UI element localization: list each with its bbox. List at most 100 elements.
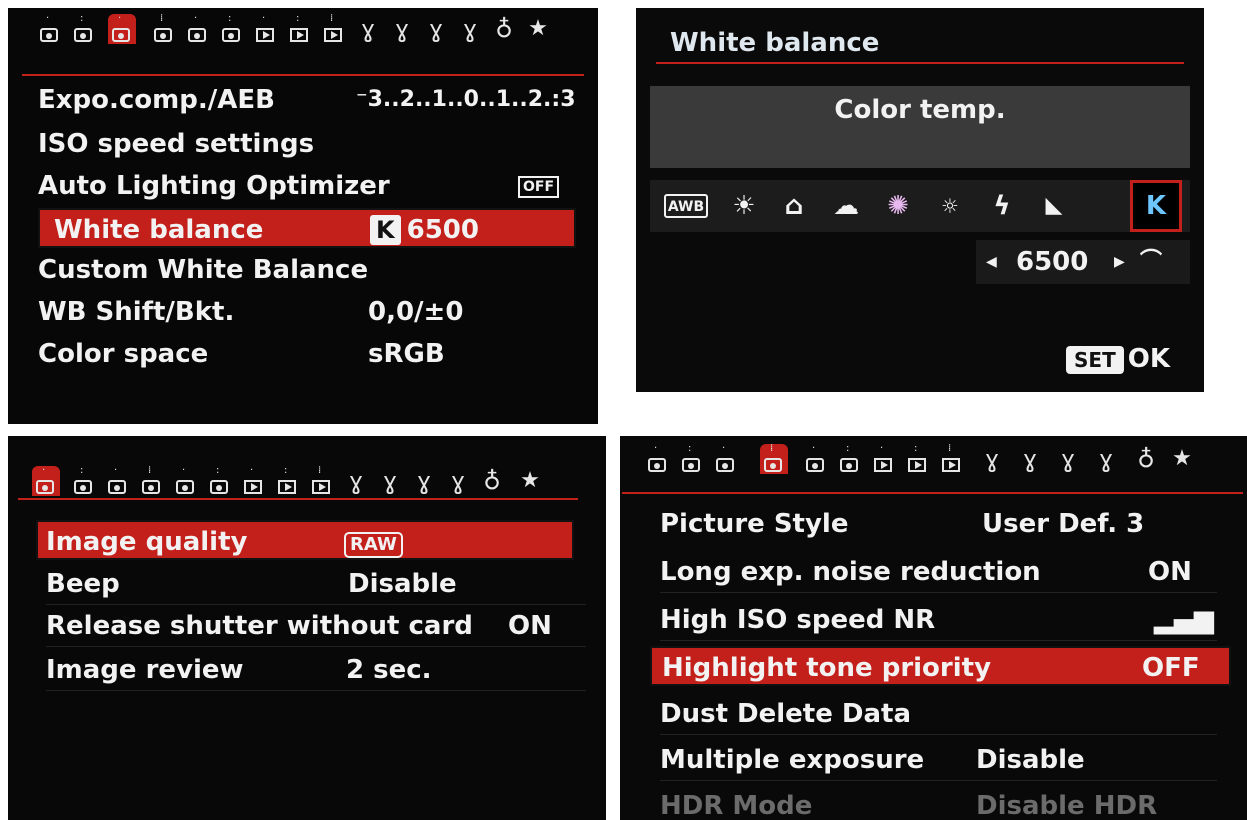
- menu-item-image-quality[interactable]: Image quality RAW: [36, 520, 574, 560]
- setup-tab-2-icon[interactable]: ɣ: [1016, 444, 1044, 474]
- shoot-tab-6-icon[interactable]: :: [836, 444, 864, 474]
- kelvin-k-icon[interactable]: K: [1130, 180, 1182, 232]
- item-value: ON: [508, 611, 552, 641]
- play-tab-2-icon[interactable]: :: [286, 14, 314, 44]
- kelvin-badge-icon: K: [370, 215, 401, 245]
- screen-title: White balance: [670, 28, 880, 58]
- menu-tab-bar: · : · ⁞ · : · : ⁞ ɣ ɣ ɣ ɣ ♁ ★: [8, 466, 606, 514]
- menu-item-multiple-exposure[interactable]: Multiple exposure Disable: [660, 740, 1217, 781]
- item-label: Auto Lighting Optimizer: [38, 171, 390, 201]
- menu-item-expo-comp[interactable]: Expo.comp./AEB ⁻3..2..1..0..1..2.:3: [38, 80, 578, 120]
- item-label: High ISO speed NR: [660, 605, 936, 635]
- tungsten-icon[interactable]: ✺: [878, 186, 918, 226]
- menu-item-dust-delete-data[interactable]: Dust Delete Data: [660, 694, 1217, 735]
- custom-function-tab-icon[interactable]: ♁: [490, 14, 518, 44]
- item-value: OFF: [1142, 653, 1200, 683]
- my-menu-star-icon[interactable]: ★: [524, 14, 552, 44]
- white-balance-screen: White balance Color temp. AWB ☀ ⌂ ☁ ✺ ☼ …: [636, 8, 1204, 392]
- set-ok-hint[interactable]: SET OK: [1066, 344, 1170, 374]
- setup-tab-4-icon[interactable]: ɣ: [444, 466, 472, 496]
- item-value: User Def. 3: [982, 509, 1145, 539]
- item-label: Highlight tone priority: [662, 653, 992, 683]
- left-arrow-icon[interactable]: ◀: [986, 240, 997, 284]
- tab-underline: [18, 498, 578, 500]
- shoot-tab-1-icon[interactable]: ·: [36, 14, 64, 44]
- my-menu-star-icon[interactable]: ★: [1168, 444, 1196, 474]
- play-tab-3-icon[interactable]: ⁞: [320, 14, 348, 44]
- menu-item-picture-style[interactable]: Picture Style User Def. 3: [660, 504, 1217, 544]
- setup-tab-1-icon[interactable]: ɣ: [354, 14, 382, 44]
- play-tab-3-icon[interactable]: ⁞: [938, 444, 966, 474]
- item-label: Long exp. noise reduction: [660, 557, 1041, 587]
- item-label: Beep: [46, 569, 120, 599]
- setup-tab-3-icon[interactable]: ɣ: [422, 14, 450, 44]
- shoot-tab-1-icon[interactable]: ·: [32, 466, 60, 496]
- shoot-tab-3-icon[interactable]: ·: [108, 14, 136, 44]
- menu-item-release-shutter-without-card[interactable]: Release shutter without card ON: [46, 606, 586, 647]
- daylight-icon[interactable]: ☀: [724, 186, 764, 226]
- setup-tab-1-icon[interactable]: ɣ: [978, 444, 1006, 474]
- setup-tab-2-icon[interactable]: ɣ: [388, 14, 416, 44]
- shoot-tab-1-icon[interactable]: ·: [644, 444, 672, 474]
- setup-tab-3-icon[interactable]: ɣ: [1054, 444, 1082, 474]
- shoot-tab-6-icon[interactable]: :: [206, 466, 234, 496]
- menu-item-auto-lighting-optimizer[interactable]: Auto Lighting Optimizer OFF: [38, 166, 578, 206]
- menu-item-white-balance[interactable]: White balance K 6500: [38, 208, 576, 248]
- setup-tab-1-icon[interactable]: ɣ: [342, 466, 370, 496]
- shoot-tab-5-icon[interactable]: ·: [172, 466, 200, 496]
- play-tab-2-icon[interactable]: :: [274, 466, 302, 496]
- custom-function-tab-icon[interactable]: ♁: [1132, 444, 1160, 474]
- menu-item-image-review[interactable]: Image review 2 sec.: [46, 650, 586, 691]
- shoot-tab-5-icon[interactable]: ·: [802, 444, 830, 474]
- set-button-icon: SET: [1066, 346, 1124, 374]
- shoot-tab-4-icon[interactable]: ⁞: [760, 444, 788, 474]
- shoot-tab-4-icon[interactable]: ⁞: [138, 466, 166, 496]
- color-temp-selector[interactable]: ◀ 6500 ▶ ⌒: [976, 240, 1190, 284]
- menu-item-custom-white-balance[interactable]: Custom White Balance: [38, 250, 578, 290]
- custom-wb-icon[interactable]: ◣: [1034, 186, 1074, 226]
- menu-item-color-space[interactable]: Color space sRGB: [38, 334, 578, 374]
- menu-item-wb-shift-bkt[interactable]: WB Shift/Bkt. 0,0/±0: [38, 292, 578, 332]
- shoot-tab-2-icon[interactable]: :: [678, 444, 706, 474]
- nr-level-bars-icon: ▂▄▆: [1154, 605, 1214, 635]
- play-tab-1-icon[interactable]: ·: [240, 466, 268, 496]
- wb-mode-name-box: Color temp.: [650, 86, 1190, 168]
- play-tab-2-icon[interactable]: :: [904, 444, 932, 474]
- menu-item-long-exp-noise-reduction[interactable]: Long exp. noise reduction ON: [660, 552, 1217, 593]
- menu-item-high-iso-speed-nr[interactable]: High ISO speed NR ▂▄▆: [660, 600, 1217, 641]
- wb-mode-name: Color temp.: [834, 95, 1006, 125]
- setup-tab-2-icon[interactable]: ɣ: [376, 466, 404, 496]
- play-tab-1-icon[interactable]: ·: [252, 14, 280, 44]
- custom-function-tab-icon[interactable]: ♁: [478, 466, 506, 496]
- setup-tab-4-icon[interactable]: ɣ: [456, 14, 484, 44]
- cloudy-icon[interactable]: ☁: [826, 186, 866, 226]
- awb-icon[interactable]: AWB: [664, 194, 708, 218]
- menu-item-highlight-tone-priority[interactable]: Highlight tone priority OFF: [650, 646, 1231, 686]
- flash-icon[interactable]: ϟ: [982, 186, 1022, 226]
- play-tab-3-icon[interactable]: ⁞: [308, 466, 336, 496]
- item-label: HDR Mode: [660, 791, 813, 820]
- shoot-tab-6-icon[interactable]: :: [218, 14, 246, 44]
- shoot-tab-3-icon[interactable]: ·: [712, 444, 740, 474]
- shoot-tab-5-icon[interactable]: ·: [184, 14, 212, 44]
- shoot-tab-2-icon[interactable]: :: [70, 466, 98, 496]
- main-dial-icon: ⌒: [1140, 249, 1163, 274]
- item-label: Picture Style: [660, 509, 849, 539]
- alo-off-icon: OFF: [518, 176, 560, 198]
- shoot-tab-4-icon[interactable]: ⁞: [150, 14, 178, 44]
- setup-tab-3-icon[interactable]: ɣ: [410, 466, 438, 496]
- shoot-tab-2-icon[interactable]: :: [70, 14, 98, 44]
- menu-tab-bar: · : · ⁞ · : · : ⁞ ɣ ɣ ɣ ɣ ♁ ★: [620, 444, 1247, 494]
- setup-tab-4-icon[interactable]: ɣ: [1092, 444, 1120, 474]
- item-value: Disable: [976, 745, 1085, 775]
- shoot-tab-3-icon[interactable]: ·: [104, 466, 132, 496]
- item-label: Image quality: [46, 527, 248, 557]
- right-arrow-icon[interactable]: ▶: [1114, 240, 1125, 284]
- item-label: Image review: [46, 655, 244, 685]
- shade-icon[interactable]: ⌂: [774, 186, 814, 226]
- menu-item-iso-speed-settings[interactable]: ISO speed settings: [38, 124, 578, 164]
- my-menu-star-icon[interactable]: ★: [516, 466, 544, 496]
- menu-item-beep[interactable]: Beep Disable: [46, 564, 586, 605]
- fluorescent-icon[interactable]: ☼: [930, 186, 970, 226]
- play-tab-1-icon[interactable]: ·: [870, 444, 898, 474]
